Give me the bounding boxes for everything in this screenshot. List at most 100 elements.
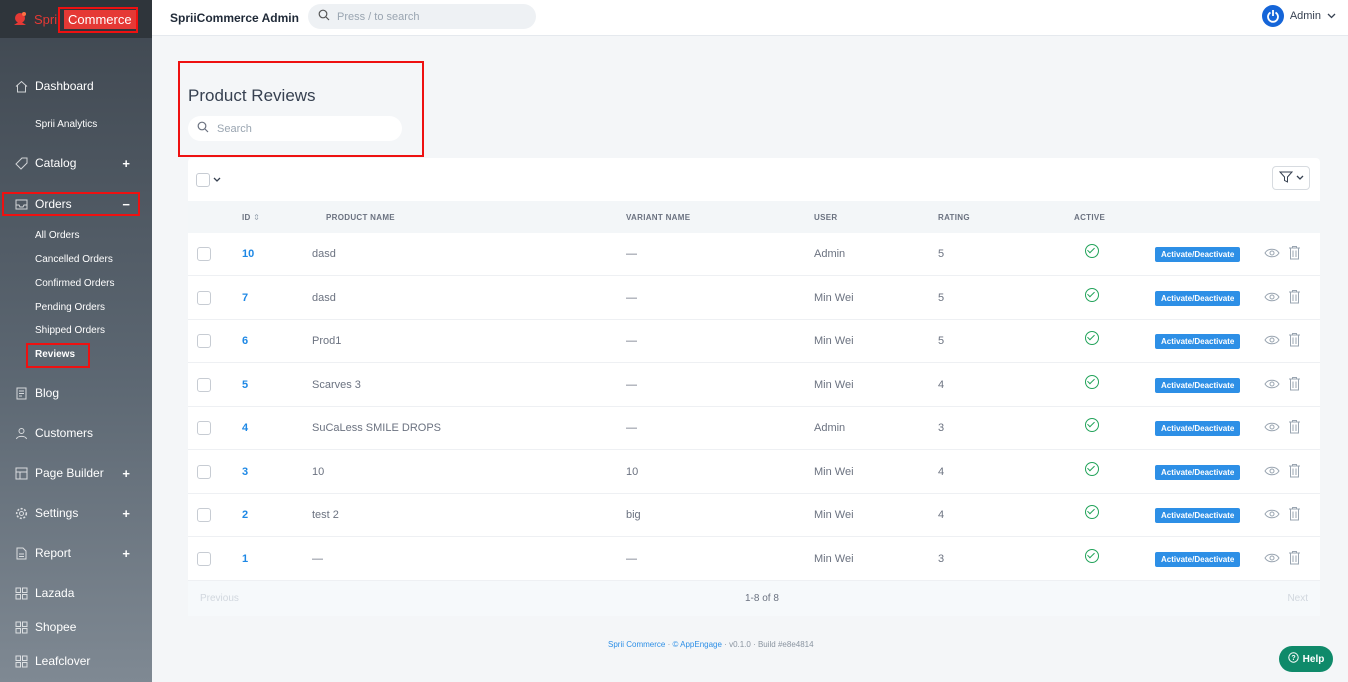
activate-deactivate-button[interactable]: Activate/Deactivate: [1155, 464, 1241, 480]
sidebar-item-page-builder[interactable]: Page Builder +: [0, 457, 152, 489]
sidebar-item-catalog[interactable]: Catalog +: [0, 147, 152, 179]
row-checkbox[interactable]: [197, 377, 211, 392]
topbar: SpriiCommerce Admin Press / to search Ad…: [152, 0, 1348, 36]
sidebar-subitem-pending-orders[interactable]: Pending Orders: [35, 302, 105, 313]
next-button[interactable]: Next: [1287, 593, 1308, 604]
activate-deactivate-button[interactable]: Activate/Deactivate: [1155, 334, 1241, 349]
row-checkbox[interactable]: [197, 464, 211, 479]
sidebar-subitem-shipped-orders[interactable]: Shipped Orders: [35, 325, 105, 336]
chevron-down-icon[interactable]: [213, 175, 221, 185]
activate-deactivate-button[interactable]: Activate/Deactivate: [1155, 290, 1241, 306]
review-id-link[interactable]: 2: [242, 509, 248, 521]
expand-icon[interactable]: +: [122, 546, 130, 561]
sidebar-subitem-confirmed-orders[interactable]: Confirmed Orders: [35, 278, 114, 289]
sidebar-subitem-all-orders[interactable]: All Orders: [35, 230, 79, 241]
eye-icon[interactable]: [1264, 247, 1280, 261]
sidebar-label: Lazada: [35, 586, 75, 600]
review-id-link[interactable]: 7: [242, 292, 248, 304]
variant-name: big: [626, 509, 641, 521]
expand-icon[interactable]: +: [122, 506, 130, 521]
sidebar-item-dashboard[interactable]: Dashboard: [0, 70, 152, 102]
sidebar-item-customers[interactable]: Customers: [0, 417, 152, 449]
tag-icon: [14, 156, 28, 170]
footer-brand-link[interactable]: Sprii Commerce: [608, 640, 665, 649]
trash-icon[interactable]: [1288, 463, 1302, 479]
activate-deactivate-button[interactable]: Activate/Deactivate: [1155, 377, 1241, 393]
trash-icon[interactable]: [1288, 245, 1302, 261]
expand-icon[interactable]: +: [122, 466, 130, 481]
review-id-link[interactable]: 4: [242, 422, 248, 434]
rating-value: 4: [938, 509, 945, 521]
review-id-link[interactable]: 3: [242, 466, 248, 478]
user-name: Admin: [814, 248, 846, 260]
sidebar-item-lazada[interactable]: Lazada: [0, 577, 152, 609]
pagination: Previous 1-8 of 8 Next: [188, 581, 1320, 616]
user-name: Min Wei: [814, 465, 854, 478]
previous-button[interactable]: Previous: [200, 593, 239, 604]
filter-button[interactable]: [1272, 166, 1310, 190]
activate-deactivate-button[interactable]: Activate/Deactivate: [1155, 421, 1241, 436]
sidebar-item-sprii-analytics[interactable]: Sprii Analytics: [35, 119, 97, 130]
footer-company-link[interactable]: © AppEngage: [672, 640, 722, 649]
trash-icon[interactable]: [1288, 419, 1302, 435]
table-row: 5 Scarves 3 — Min Wei 4 Activate/Deactivate: [188, 364, 1320, 407]
trash-icon[interactable]: [1288, 550, 1302, 566]
eye-icon[interactable]: [1264, 421, 1280, 435]
activate-deactivate-button[interactable]: Activate/Deactivate: [1155, 551, 1241, 567]
column-header-rating: RATING: [938, 213, 970, 222]
activate-deactivate-button[interactable]: Activate/Deactivate: [1155, 247, 1241, 262]
activate-deactivate-button[interactable]: Activate/Deactivate: [1155, 508, 1241, 523]
sidebar-item-leafclover[interactable]: Leafclover: [0, 645, 152, 677]
row-checkbox[interactable]: [197, 247, 211, 261]
review-id-link[interactable]: 1: [242, 553, 248, 565]
variant-name: —: [626, 552, 637, 565]
trash-icon[interactable]: [1288, 289, 1302, 305]
help-button[interactable]: ? Help: [1279, 646, 1333, 672]
review-id-link[interactable]: 5: [242, 379, 248, 391]
sidebar-item-blog[interactable]: Blog: [0, 377, 152, 409]
column-header-id[interactable]: ID ⇕: [242, 213, 260, 222]
sidebar-subitem-cancelled-orders[interactable]: Cancelled Orders: [35, 254, 113, 265]
variant-name: —: [626, 335, 637, 347]
eye-icon[interactable]: [1264, 552, 1280, 566]
sidebar-item-report[interactable]: Report +: [0, 537, 152, 569]
row-checkbox[interactable]: [197, 334, 211, 348]
sidebar-item-shopee[interactable]: Shopee: [0, 611, 152, 643]
filter-icon: [1278, 171, 1293, 186]
eye-icon[interactable]: [1264, 291, 1280, 305]
trash-icon[interactable]: [1288, 506, 1302, 522]
eye-icon[interactable]: [1264, 334, 1280, 348]
rating-value: 5: [938, 291, 945, 304]
user-name: Min Wei: [814, 291, 854, 304]
grid-icon: [14, 654, 28, 668]
select-all-checkbox[interactable]: [196, 173, 210, 187]
eye-icon[interactable]: [1264, 465, 1280, 479]
active-check-icon: [1085, 244, 1099, 258]
active-check-icon: [1085, 418, 1099, 432]
eye-icon[interactable]: [1264, 378, 1280, 392]
header-label: ID: [242, 213, 251, 222]
global-search-input[interactable]: Press / to search: [308, 4, 536, 29]
row-checkbox[interactable]: [197, 508, 211, 522]
logo-icon: [10, 9, 30, 29]
review-id-link[interactable]: 10: [242, 248, 254, 260]
sidebar-item-settings[interactable]: Settings +: [0, 497, 152, 529]
user-menu[interactable]: Admin: [1261, 5, 1336, 27]
eye-icon[interactable]: [1264, 508, 1280, 522]
row-checkbox[interactable]: [197, 551, 211, 566]
variant-name: —: [626, 248, 637, 260]
table-row: 10 dasd — Admin 5 Activate/Deactivate: [188, 233, 1320, 276]
row-checkbox[interactable]: [197, 290, 211, 305]
product-name: SuCaLess SMILE DROPS: [312, 422, 441, 434]
sort-icon[interactable]: ⇕: [253, 213, 260, 222]
product-name: dasd: [312, 248, 336, 260]
select-all-control[interactable]: [196, 173, 221, 187]
row-checkbox[interactable]: [197, 421, 211, 435]
expand-icon[interactable]: +: [122, 156, 130, 171]
trash-icon[interactable]: [1288, 332, 1302, 348]
review-id-link[interactable]: 6: [242, 335, 248, 347]
rating-value: 4: [938, 465, 945, 478]
trash-icon[interactable]: [1288, 376, 1302, 392]
layout-icon: [14, 466, 28, 480]
app-title: SpriiCommerce Admin: [170, 10, 299, 25]
